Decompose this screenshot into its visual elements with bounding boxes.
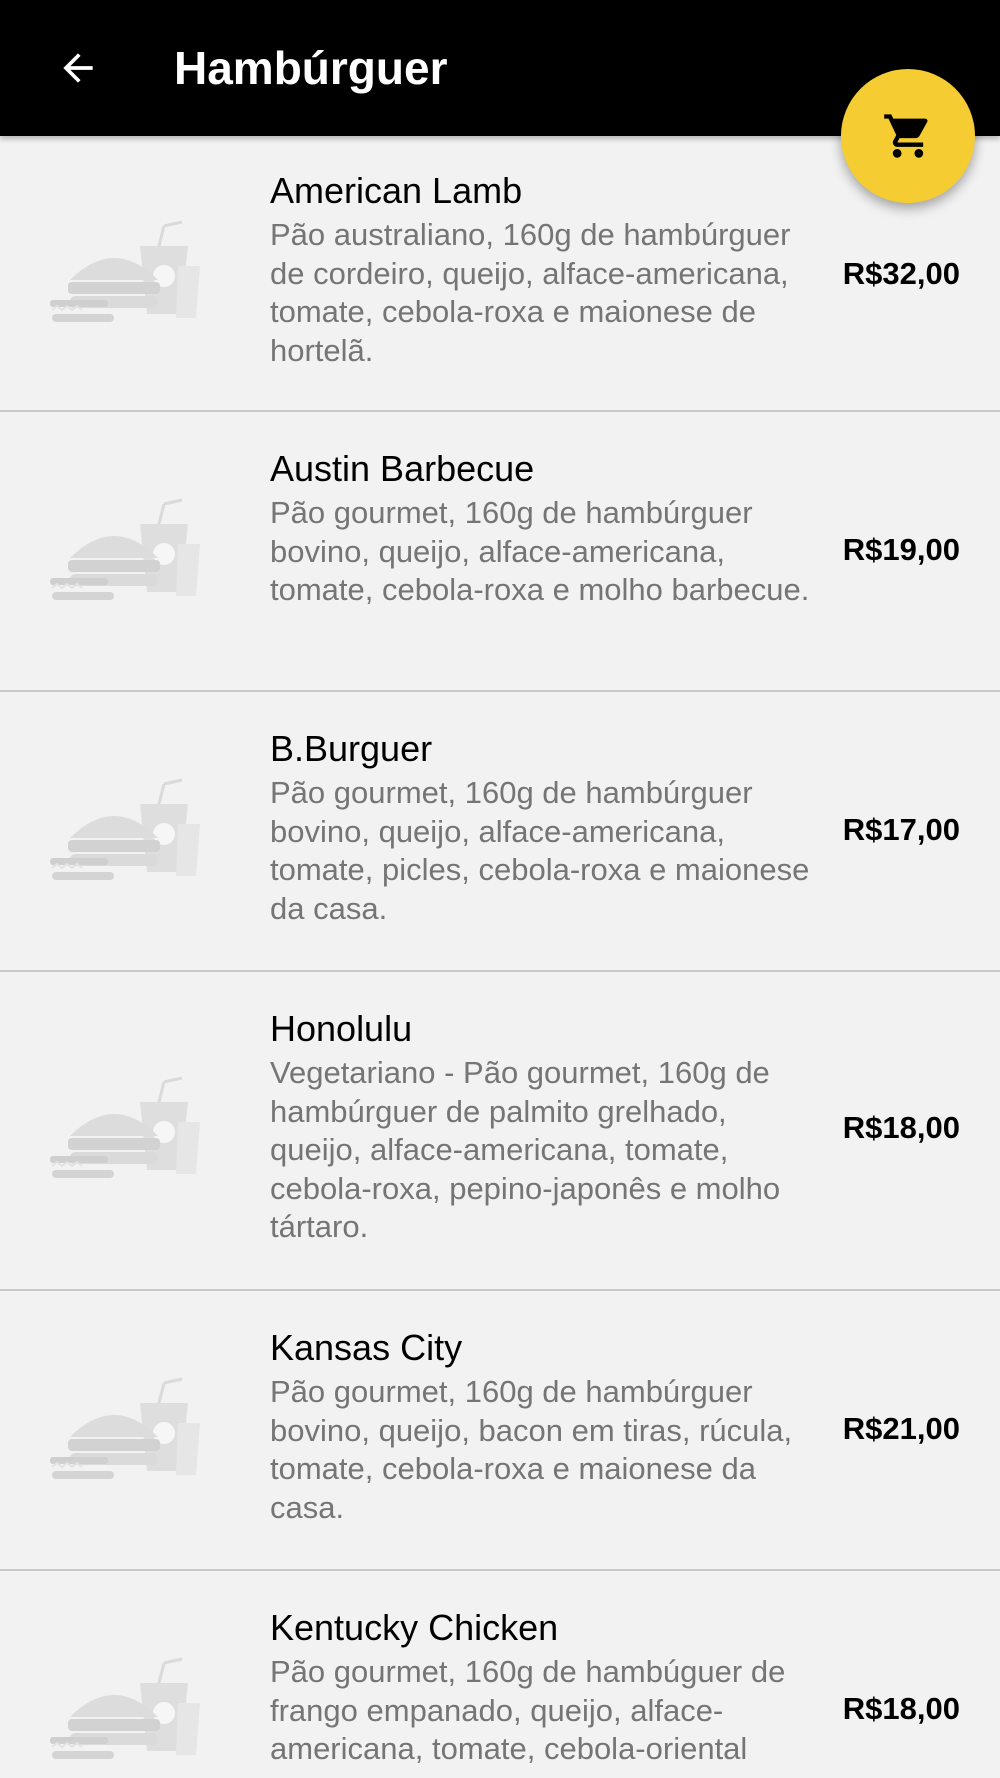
cart-fab-button[interactable] bbox=[841, 69, 975, 203]
food-placeholder-icon bbox=[50, 498, 200, 600]
item-price: R$17,00 bbox=[842, 812, 960, 847]
item-text: American Lamb Pão australiano, 160g de h… bbox=[270, 168, 814, 370]
list-item-american-lamb[interactable]: American Lamb Pão australiano, 160g de h… bbox=[0, 136, 1000, 412]
item-description: Pão gourmet, 160g de hambúrguer bovino, … bbox=[270, 495, 810, 607]
item-name: B.Burguer bbox=[270, 728, 433, 769]
item-text: Honolulu Vegetariano - Pão gourmet, 160g… bbox=[270, 1006, 814, 1247]
item-name: Honolulu bbox=[270, 1008, 413, 1049]
list-item-honolulu[interactable]: Honolulu Vegetariano - Pão gourmet, 160g… bbox=[0, 972, 1000, 1291]
item-description: Pão gourmet, 160g de hambúguer de frango… bbox=[270, 1654, 786, 1766]
list-item-austin-barbecue[interactable]: Austin Barbecue Pão gourmet, 160g de ham… bbox=[0, 412, 1000, 692]
item-price: R$18,00 bbox=[842, 1691, 960, 1726]
item-text: Austin Barbecue Pão gourmet, 160g de ham… bbox=[270, 446, 814, 610]
food-placeholder-icon bbox=[50, 1657, 200, 1759]
item-name: American Lamb bbox=[270, 170, 523, 211]
item-text: B.Burguer Pão gourmet, 160g de hambúrgue… bbox=[270, 726, 814, 928]
list-item-kansas-city[interactable]: Kansas City Pão gourmet, 160g de hambúrg… bbox=[0, 1291, 1000, 1571]
item-description: Pão australiano, 160g de hambúrguer de c… bbox=[270, 217, 791, 368]
item-price: R$18,00 bbox=[842, 1110, 960, 1145]
item-name: Kansas City bbox=[270, 1327, 463, 1368]
item-description: Vegetariano - Pão gourmet, 160g de hambú… bbox=[270, 1055, 781, 1244]
food-placeholder-icon bbox=[50, 778, 200, 880]
item-description: Pão gourmet, 160g de hambúrguer bovino, … bbox=[270, 775, 810, 926]
product-list: American Lamb Pão australiano, 160g de h… bbox=[0, 136, 1000, 1778]
app-screen: Hambúrguer American Lamb Pão australiano… bbox=[0, 0, 1000, 1778]
arrow-back-icon bbox=[63, 53, 93, 83]
item-text: Kentucky Chicken Pão gourmet, 160g de ha… bbox=[270, 1605, 814, 1769]
list-item-kentucky-chicken[interactable]: Kentucky Chicken Pão gourmet, 160g de ha… bbox=[0, 1571, 1000, 1778]
food-placeholder-icon bbox=[50, 1377, 200, 1479]
item-price: R$19,00 bbox=[842, 532, 960, 567]
item-name: Austin Barbecue bbox=[270, 448, 535, 489]
item-description: Pão gourmet, 160g de hambúrguer bovino, … bbox=[270, 1374, 793, 1525]
list-item-b-burguer[interactable]: B.Burguer Pão gourmet, 160g de hambúrgue… bbox=[0, 692, 1000, 972]
item-price: R$21,00 bbox=[842, 1411, 960, 1446]
item-price: R$32,00 bbox=[842, 256, 960, 291]
back-button[interactable] bbox=[38, 30, 118, 106]
item-name: Kentucky Chicken bbox=[270, 1607, 559, 1648]
food-placeholder-icon bbox=[50, 1076, 200, 1178]
item-text: Kansas City Pão gourmet, 160g de hambúrg… bbox=[270, 1325, 814, 1527]
food-placeholder-icon bbox=[50, 220, 200, 322]
shopping-cart-icon bbox=[884, 114, 928, 158]
page-title: Hambúrguer bbox=[174, 42, 448, 94]
